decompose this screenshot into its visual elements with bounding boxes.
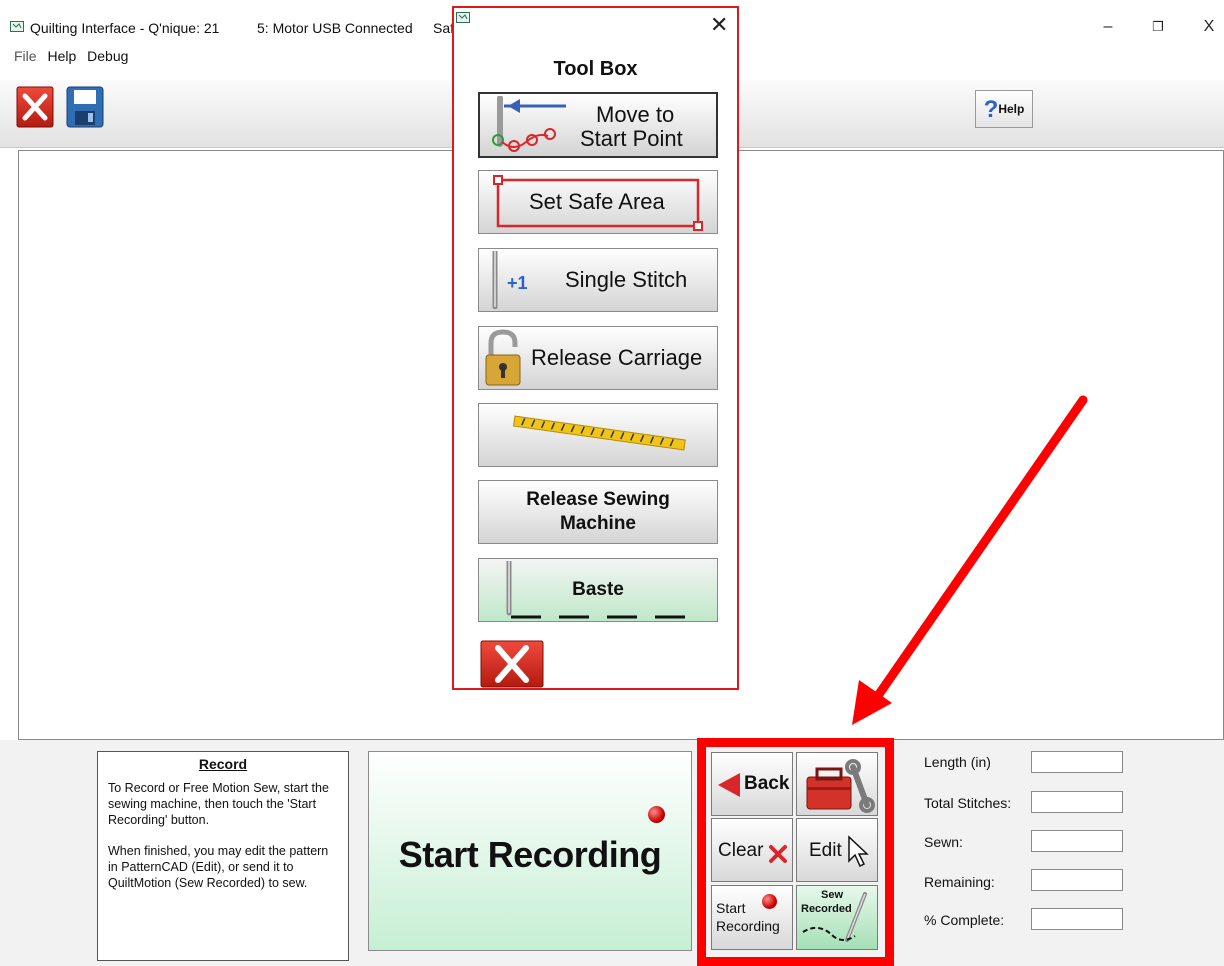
- total-stitches-label: Total Stitches:: [924, 795, 1012, 811]
- start-recording-label-2: Recording: [716, 918, 780, 934]
- save-icon-button[interactable]: [66, 86, 104, 128]
- record-instructions-1: To Record or Free Motion Sew, start the …: [108, 781, 329, 827]
- safe-area-status: Saf: [433, 20, 455, 36]
- restore-button[interactable]: ❐: [1143, 14, 1173, 40]
- percent-complete-label: % Complete:: [924, 912, 1005, 928]
- start-recording-label-1: Start: [716, 900, 746, 916]
- back-arrow-icon: [718, 773, 740, 797]
- release-sewing-label-2: Machine: [559, 513, 637, 534]
- ruler-button[interactable]: [478, 403, 718, 467]
- edit-label: Edit: [809, 840, 842, 861]
- record-dot-icon-small: [762, 894, 777, 909]
- help-question-icon: ?: [983, 95, 999, 123]
- record-instructions-2: When finished, you may edit the pattern …: [108, 844, 329, 890]
- clear-button[interactable]: Clear: [711, 818, 793, 882]
- remaining-label: Remaining:: [924, 874, 995, 890]
- move-to-start-label-2: Start Point: [580, 126, 683, 151]
- menu-debug[interactable]: Debug: [87, 48, 128, 64]
- move-to-start-label-1: Move to: [596, 102, 675, 127]
- cursor-arrow-icon: [848, 835, 869, 868]
- toolbox-icon: [806, 759, 875, 813]
- toolbox-title: Tool Box: [553, 58, 638, 80]
- percent-complete-field[interactable]: [1031, 908, 1123, 930]
- release-carriage-button[interactable]: Release Carriage: [478, 326, 718, 390]
- baste-button[interactable]: Baste: [478, 558, 718, 622]
- exit-icon-button[interactable]: [16, 86, 54, 128]
- toolbox-dialog: ✕ Tool Box Move to Start Point Set Safe …: [452, 6, 739, 690]
- ruler-icon: [512, 415, 686, 451]
- move-to-start-icon: [492, 96, 566, 152]
- remaining-field[interactable]: [1031, 869, 1123, 891]
- total-stitches-field[interactable]: [1031, 791, 1123, 813]
- set-safe-area-label: Set Safe Area: [529, 189, 665, 214]
- menu-bar: File Help Debug: [14, 48, 135, 70]
- sewn-label: Sewn:: [924, 834, 963, 850]
- back-label: Back: [744, 773, 790, 794]
- help-label: Help: [998, 102, 1025, 116]
- padlock-open-icon: [485, 329, 521, 386]
- window-title: Quilting Interface - Q'nique: 21: [30, 20, 220, 36]
- single-stitch-button[interactable]: +1 Single Stitch: [478, 248, 718, 312]
- help-button[interactable]: ?Help: [975, 90, 1033, 128]
- close-window-button[interactable]: X: [1194, 14, 1224, 40]
- record-dot-icon: [648, 806, 665, 823]
- clear-label: Clear: [718, 840, 764, 861]
- minimize-button[interactable]: –: [1093, 14, 1123, 40]
- toolbox-button[interactable]: [796, 752, 878, 816]
- record-instructions-box: Record To Record or Free Motion Sew, sta…: [97, 751, 349, 961]
- sewn-field[interactable]: [1031, 830, 1123, 852]
- needle-icon: [492, 251, 498, 309]
- menu-help[interactable]: Help: [47, 48, 76, 64]
- start-recording-big-button[interactable]: Start Recording: [368, 751, 692, 951]
- start-recording-button[interactable]: Start Recording: [711, 885, 793, 950]
- release-sewing-label-1: Release Sewing: [526, 489, 670, 510]
- toolbox-window-icon: [456, 12, 470, 23]
- app-icon: [10, 21, 24, 32]
- connection-status: 5: Motor USB Connected: [257, 20, 413, 36]
- baste-label: Baste: [572, 579, 624, 600]
- release-sewing-machine-button[interactable]: Release Sewing Machine: [478, 480, 718, 544]
- release-carriage-label: Release Carriage: [531, 345, 703, 370]
- start-recording-big-label: Start Recording: [398, 834, 662, 875]
- toolbox-close-button[interactable]: ✕: [710, 12, 728, 38]
- menu-file[interactable]: File: [14, 48, 37, 64]
- clear-x-icon: [769, 845, 787, 863]
- plus-one-label: +1: [507, 273, 528, 293]
- move-to-start-point-button[interactable]: Move to Start Point: [478, 92, 718, 158]
- edit-button[interactable]: Edit: [796, 818, 878, 882]
- quilting-interface-window: Quilting Interface - Q'nique: 21 5: Moto…: [0, 0, 1224, 966]
- back-button[interactable]: Back: [711, 752, 793, 816]
- record-heading: Record: [198, 756, 248, 772]
- set-safe-area-button[interactable]: Set Safe Area: [478, 170, 718, 234]
- length-label: Length (in): [924, 754, 991, 770]
- toolbox-exit-icon-button[interactable]: [480, 640, 544, 688]
- sew-recorded-button[interactable]: Sew Recorded: [796, 885, 878, 950]
- sewing-needle-icon: [802, 892, 867, 942]
- single-stitch-label: Single Stitch: [565, 267, 688, 292]
- length-field[interactable]: [1031, 751, 1123, 773]
